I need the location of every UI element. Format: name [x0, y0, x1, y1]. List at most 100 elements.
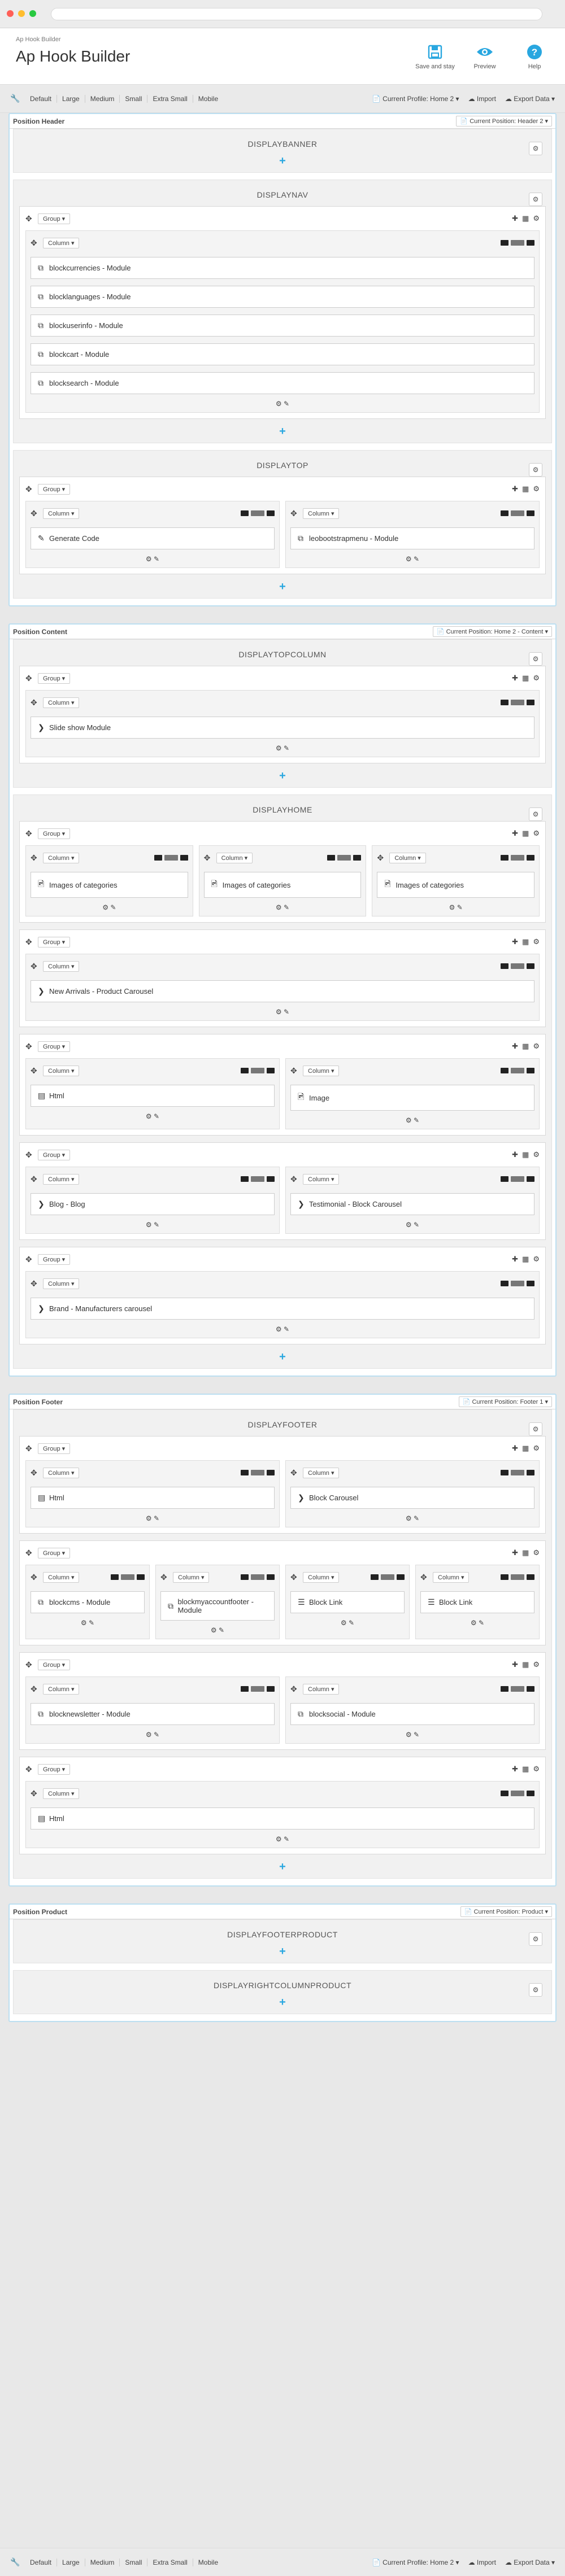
gear-icon[interactable]: ⚙: [533, 484, 540, 494]
move-icon[interactable]: ✥: [25, 1444, 38, 1453]
plus-width-icon[interactable]: [527, 1068, 534, 1073]
gear-icon[interactable]: ⚙: [533, 1042, 540, 1051]
grid-icon[interactable]: ▦: [522, 214, 529, 223]
plus-width-icon[interactable]: [267, 1176, 275, 1182]
minus-width-icon[interactable]: [501, 1686, 508, 1692]
module-item[interactable]: ⧉ blocknewsletter - Module: [31, 1703, 275, 1725]
group-dropdown[interactable]: Group ▾: [38, 1659, 71, 1670]
hook-settings-button[interactable]: ⚙: [529, 1983, 542, 1997]
move-icon[interactable]: ✥: [31, 238, 43, 248]
minus-width-icon[interactable]: [501, 510, 508, 516]
edit-icon[interactable]: ✎: [284, 400, 289, 408]
module-item[interactable]: ❯ Blog - Blog: [31, 1193, 275, 1215]
add-column-icon[interactable]: ✚: [512, 674, 518, 683]
grid-icon[interactable]: ▦: [522, 1255, 529, 1264]
module-item[interactable]: ❯ Brand - Manufacturers carousel: [31, 1298, 534, 1320]
move-icon[interactable]: ✥: [31, 1789, 43, 1798]
plus-width-icon[interactable]: [397, 1574, 405, 1580]
column-dropdown[interactable]: Column ▾: [43, 1467, 80, 1478]
grid-icon[interactable]: ▦: [522, 484, 529, 494]
gear-icon[interactable]: ⚙: [276, 1835, 284, 1843]
module-item[interactable]: ▤ Html: [31, 1085, 275, 1107]
module-item[interactable]: ☰ Block Link: [290, 1591, 405, 1613]
column-dropdown[interactable]: Column ▾: [43, 697, 80, 708]
help-button[interactable]: ? Help: [514, 43, 555, 70]
minus-width-icon[interactable]: [154, 855, 162, 861]
move-icon[interactable]: ✥: [25, 484, 38, 494]
move-icon[interactable]: ✥: [31, 698, 43, 708]
plus-width-icon[interactable]: [527, 240, 534, 246]
minus-width-icon[interactable]: [501, 963, 508, 969]
breadcrumb[interactable]: Ap Hook Builder: [16, 36, 549, 43]
gear-icon[interactable]: ⚙: [146, 1514, 154, 1522]
module-item[interactable]: ☰ Block Link: [420, 1591, 534, 1613]
move-icon[interactable]: ✥: [25, 829, 38, 839]
group-dropdown[interactable]: Group ▾: [38, 673, 71, 684]
export-button[interactable]: ☁ Export Data ▾: [505, 95, 555, 103]
group-dropdown[interactable]: Group ▾: [38, 1443, 71, 1454]
edit-icon[interactable]: ✎: [414, 1514, 419, 1522]
move-icon[interactable]: ✥: [31, 1279, 43, 1289]
plus-width-icon[interactable]: [180, 855, 188, 861]
column-dropdown[interactable]: Column ▾: [303, 1571, 340, 1583]
group-dropdown[interactable]: Group ▾: [38, 936, 71, 948]
minus-width-icon[interactable]: [327, 855, 336, 861]
plus-width-icon[interactable]: [527, 1791, 534, 1796]
column-dropdown[interactable]: Column ▾: [43, 1571, 80, 1583]
minus-width-icon[interactable]: [501, 1176, 508, 1182]
gear-icon[interactable]: ⚙: [146, 555, 154, 563]
column-dropdown[interactable]: Column ▾: [43, 1065, 80, 1076]
gear-icon[interactable]: ⚙: [406, 1221, 414, 1229]
module-item[interactable]: ⧉ blockcms - Module: [31, 1591, 145, 1613]
edit-icon[interactable]: ✎: [284, 1835, 289, 1843]
edit-icon[interactable]: ✎: [284, 744, 289, 752]
gear-icon[interactable]: ⚙: [471, 1619, 479, 1627]
add-column-icon[interactable]: ✚: [512, 937, 518, 946]
device-medium[interactable]: Medium: [85, 2558, 120, 2566]
plus-width-icon[interactable]: [353, 855, 362, 861]
move-icon[interactable]: ✥: [31, 1468, 43, 1478]
gear-icon[interactable]: ⚙: [533, 214, 540, 223]
gear-icon[interactable]: ⚙: [276, 1325, 284, 1333]
plus-width-icon[interactable]: [527, 510, 534, 516]
column-dropdown[interactable]: Column ▾: [303, 1683, 340, 1695]
plus-width-icon[interactable]: [527, 1281, 534, 1286]
gear-icon[interactable]: ⚙: [102, 903, 110, 911]
hook-settings-button[interactable]: ⚙: [529, 652, 542, 666]
minus-width-icon[interactable]: [241, 1176, 249, 1182]
minus-width-icon[interactable]: [501, 240, 508, 246]
add-column-icon[interactable]: ✚: [512, 1660, 518, 1669]
group-dropdown[interactable]: Group ▾: [38, 1763, 71, 1775]
wrench-icon[interactable]: 🔧: [10, 94, 25, 103]
gear-icon[interactable]: ⚙: [533, 674, 540, 683]
move-icon[interactable]: ✥: [204, 853, 216, 863]
column-dropdown[interactable]: Column ▾: [43, 508, 80, 519]
minus-width-icon[interactable]: [501, 700, 508, 705]
edit-icon[interactable]: ✎: [457, 903, 463, 911]
edit-icon[interactable]: ✎: [154, 1731, 159, 1739]
add-group-button[interactable]: +: [19, 426, 546, 437]
move-icon[interactable]: ✥: [31, 853, 43, 863]
current-profile-dropdown[interactable]: 📄 Current Profile: Home 2 ▾: [372, 2558, 459, 2566]
module-item[interactable]: ▤ Html: [31, 1487, 275, 1509]
move-icon[interactable]: ✥: [420, 1573, 433, 1582]
module-item[interactable]: ⧉ blocklanguages - Module: [31, 286, 534, 308]
move-icon[interactable]: ✥: [290, 1066, 303, 1076]
add-column-icon[interactable]: ✚: [512, 484, 518, 494]
edit-icon[interactable]: ✎: [110, 903, 116, 911]
group-dropdown[interactable]: Group ▾: [38, 1547, 71, 1558]
move-icon[interactable]: ✥: [290, 1573, 303, 1582]
grid-icon[interactable]: ▦: [522, 1150, 529, 1159]
edit-icon[interactable]: ✎: [154, 1514, 159, 1522]
move-icon[interactable]: ✥: [25, 674, 38, 683]
address-bar[interactable]: [51, 8, 542, 20]
module-item[interactable]: ▤ Html: [31, 1807, 534, 1830]
column-dropdown[interactable]: Column ▾: [303, 1173, 340, 1185]
minus-width-icon[interactable]: [241, 1470, 249, 1475]
minus-width-icon[interactable]: [501, 855, 509, 861]
add-group-button[interactable]: +: [19, 1351, 546, 1363]
move-icon[interactable]: ✥: [160, 1573, 173, 1582]
edit-icon[interactable]: ✎: [284, 1008, 289, 1016]
minus-width-icon[interactable]: [501, 1281, 508, 1286]
column-dropdown[interactable]: Column ▾: [173, 1571, 210, 1583]
